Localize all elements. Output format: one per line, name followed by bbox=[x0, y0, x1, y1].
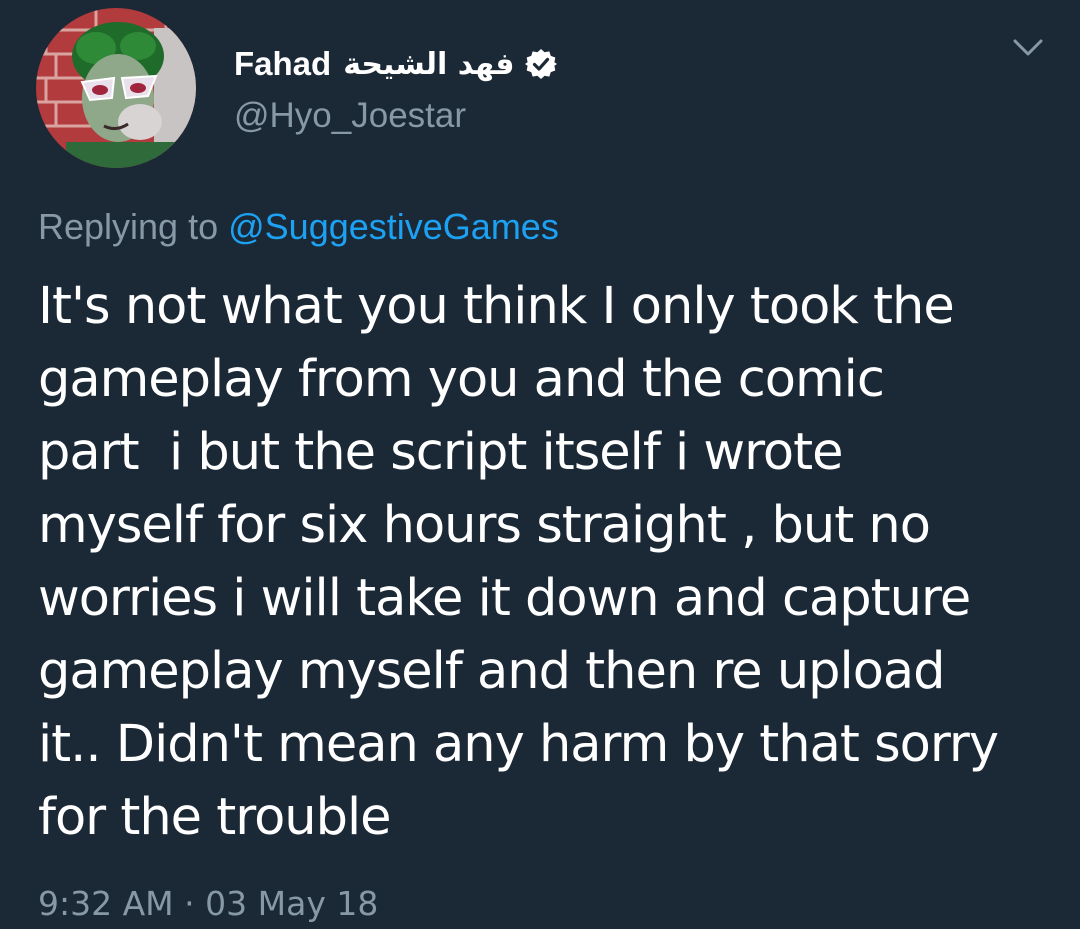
tweet-timestamp[interactable]: 9:32 AM · 03 May 18 bbox=[38, 884, 378, 923]
tweet-card: Fahad فهد الشيحة @Hyo_Joestar Replying t… bbox=[0, 0, 1080, 929]
avatar-image bbox=[36, 8, 196, 168]
tweet-text: It's not what you think I only took the … bbox=[38, 277, 999, 847]
avatar[interactable] bbox=[36, 8, 196, 168]
author-name-row[interactable]: Fahad فهد الشيحة bbox=[234, 42, 557, 86]
display-name[interactable]: Fahad bbox=[234, 45, 331, 83]
reply-mention-link[interactable]: @SuggestiveGames bbox=[228, 206, 559, 247]
tweet-time[interactable]: 9:32 AM bbox=[38, 884, 174, 923]
verified-badge-icon bbox=[524, 48, 557, 80]
display-name-arabic[interactable]: فهد الشيحة bbox=[343, 47, 514, 82]
user-handle[interactable]: @Hyo_Joestar bbox=[234, 96, 466, 136]
replying-to: Replying to @SuggestiveGames bbox=[38, 206, 559, 248]
replying-to-label: Replying to bbox=[38, 206, 219, 247]
tweet-date[interactable]: 03 May 18 bbox=[205, 884, 378, 923]
chevron-down-icon[interactable] bbox=[1010, 34, 1046, 62]
timestamp-separator: · bbox=[184, 884, 195, 923]
